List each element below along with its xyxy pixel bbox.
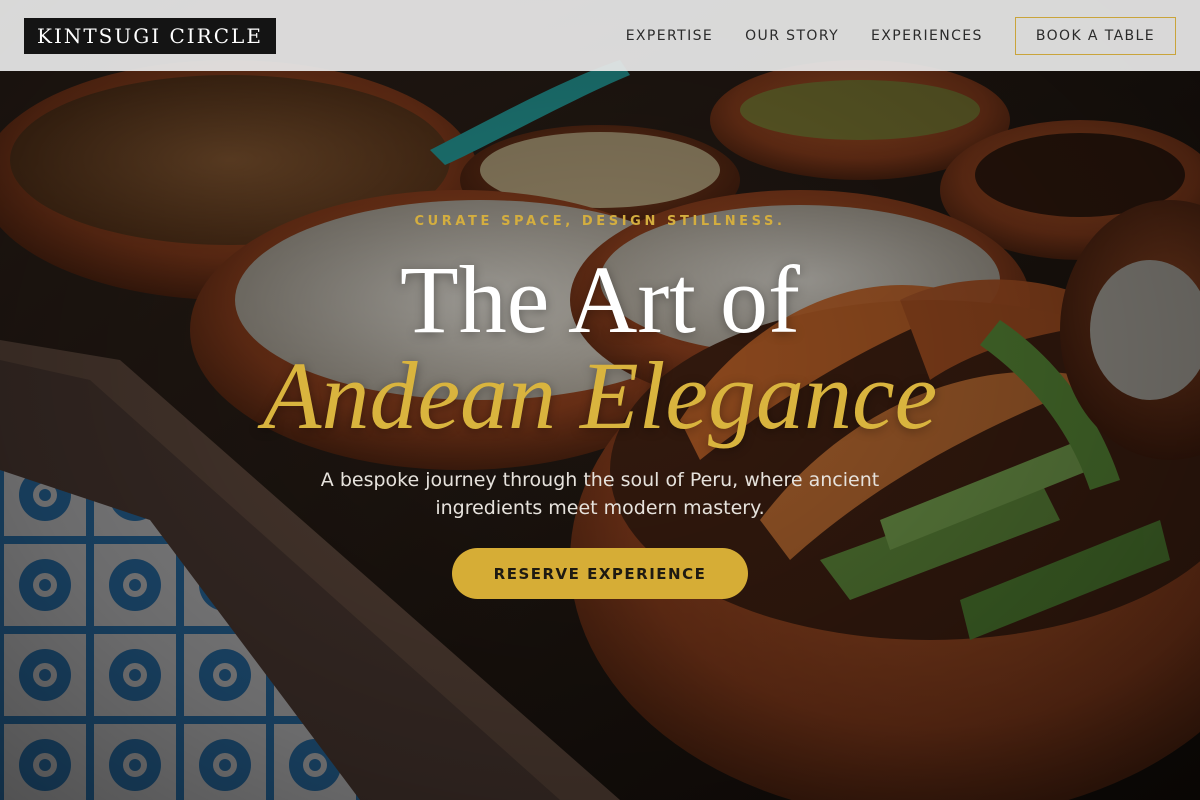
nav-link-expertise[interactable]: EXPERTISE bbox=[626, 28, 713, 44]
hero-content: CURATE SPACE, DESIGN STILLNESS. The Art … bbox=[0, 0, 1200, 800]
nav-link-our-story[interactable]: OUR STORY bbox=[745, 28, 839, 44]
book-a-table-button[interactable]: BOOK A TABLE bbox=[1014, 16, 1176, 55]
hero-title-line-1: The Art of bbox=[400, 246, 800, 353]
nav-link-experiences[interactable]: EXPERIENCES bbox=[871, 28, 983, 44]
reserve-experience-button[interactable]: RESERVE EXPERIENCE bbox=[452, 548, 748, 599]
brand-logo[interactable]: KINTSUGI CIRCLE bbox=[24, 17, 276, 54]
hero-section: KINTSUGI CIRCLE EXPERTISE OUR STORY EXPE… bbox=[0, 0, 1200, 800]
main-nav: EXPERTISE OUR STORY EXPERIENCES BOOK A T… bbox=[594, 16, 1176, 55]
hero-subtitle: A bespoke journey through the soul of Pe… bbox=[320, 469, 880, 519]
hero-title-line-2: Andean Elegance bbox=[262, 342, 938, 449]
hero-eyebrow: CURATE SPACE, DESIGN STILLNESS. bbox=[414, 214, 786, 229]
site-header: KINTSUGI CIRCLE EXPERTISE OUR STORY EXPE… bbox=[0, 0, 1200, 71]
